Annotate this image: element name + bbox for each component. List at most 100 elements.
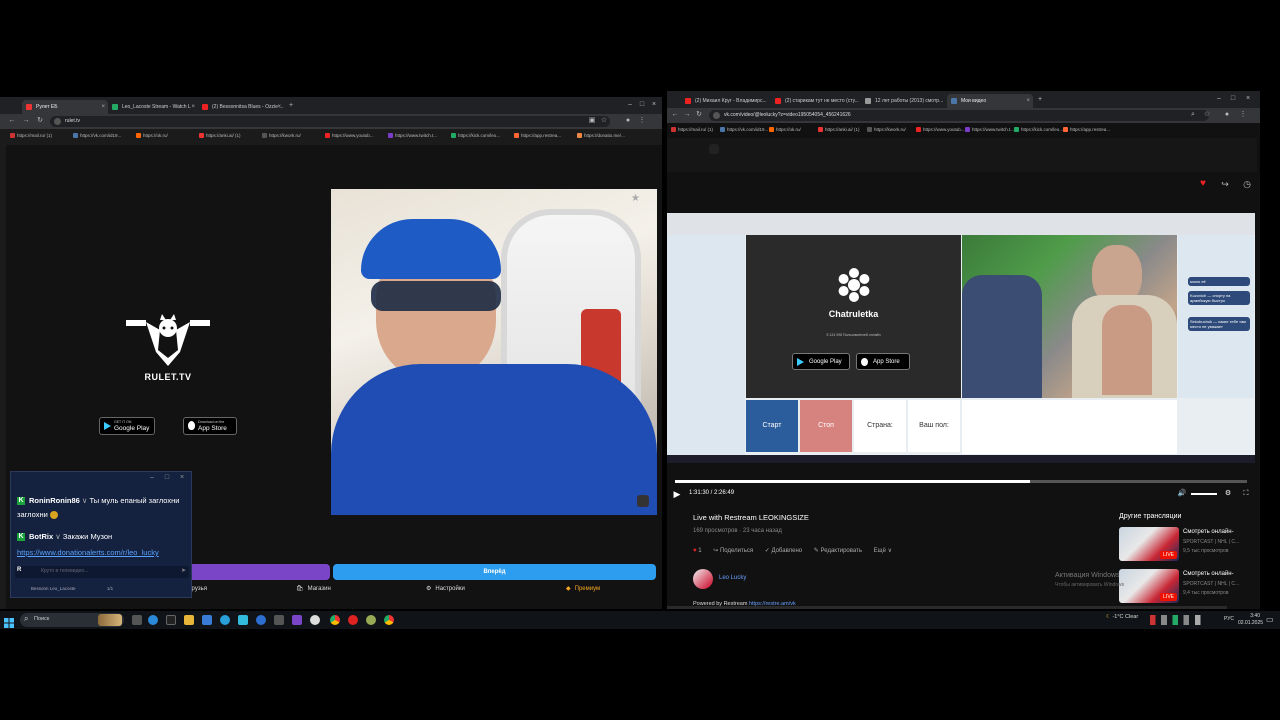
minimize-icon[interactable]: – [626, 100, 634, 110]
clock[interactable]: 3:40 02.01.2025 [1238, 613, 1263, 627]
close-tab-icon[interactable]: × [191, 100, 195, 114]
bookmark-item[interactable]: https://mail.ru/ (1) [671, 124, 713, 136]
tray-icons[interactable] [1150, 615, 1206, 625]
webcam-settings-icon[interactable] [637, 495, 649, 507]
report-star-icon[interactable]: ★ [631, 193, 640, 204]
reload-icon[interactable]: ↻ [695, 110, 703, 120]
volume-slider[interactable] [1191, 493, 1217, 495]
forward-icon[interactable]: → [22, 116, 30, 126]
google-play-button[interactable]: GET IT ON Google Play [99, 417, 155, 435]
taskbar-search[interactable]: ⌕ Поиск [20, 613, 124, 627]
app-icon[interactable] [238, 615, 248, 625]
maximize-icon[interactable]: □ [638, 100, 646, 110]
left-tab-rulet[interactable]: Рулет ЕБ × [22, 100, 108, 114]
maximize-icon[interactable]: □ [1229, 94, 1237, 104]
keyboard-lang[interactable]: РУС [1224, 616, 1234, 622]
share-button[interactable]: ↪ Поделиться [713, 548, 753, 554]
explorer-icon[interactable] [184, 615, 194, 625]
extensions-icon[interactable]: ▣ [588, 116, 596, 126]
bookmark-item[interactable]: https://anki.ai/ (1) [199, 130, 241, 142]
inner-app-store-button[interactable]: App Store [856, 353, 910, 370]
notifications-icon[interactable]: ▭ [1266, 615, 1274, 624]
site-info-icon[interactable] [54, 118, 61, 125]
edit-button[interactable]: ✎ Редактировать [814, 548, 862, 554]
chrome-icon[interactable] [330, 615, 340, 625]
video-progress-track[interactable] [675, 480, 1247, 483]
weather-widget[interactable]: ☾ -1°C Clear [1106, 614, 1138, 620]
chat-minimize-icon[interactable]: – [148, 473, 156, 483]
left-tab-kick[interactable]: Leo_Lacoste Stream - Watch L × [108, 100, 198, 114]
chrome-icon[interactable] [384, 615, 394, 625]
chat-input[interactable]: R Круто в телевидео... ➤ [15, 566, 189, 578]
added-button[interactable]: ✓ Добавлено [765, 548, 802, 554]
vk-video-frame[interactable]: Chatruletka 5 124 098 Пользователей онла… [667, 213, 1255, 463]
new-tab-button[interactable]: + [286, 101, 296, 111]
play-icon[interactable]: ▶ [671, 489, 683, 499]
rulet-logo[interactable]: RULET.TV [120, 310, 216, 390]
close-tab-icon[interactable]: × [1026, 94, 1030, 108]
profile-icon[interactable]: ● [1223, 110, 1231, 120]
bookmark-item[interactable]: https://ok.ru/ [769, 124, 801, 136]
send-icon[interactable]: ➤ [181, 567, 186, 574]
right-tab-12-let[interactable]: 12 лет работы (2013) смотр... [861, 94, 947, 108]
bookmark-item[interactable]: https://ok.ru/ [136, 130, 168, 142]
vk-logo-icon[interactable] [709, 144, 719, 154]
app-icon[interactable] [256, 615, 266, 625]
forward-icon[interactable]: → [683, 110, 691, 120]
inner-stop-button[interactable]: Стоп [800, 400, 852, 452]
more-button[interactable]: Ещё ∨ [874, 548, 892, 554]
stream-item[interactable]: LIVE Смотреть онлайн- SPORTCAST | NHL | … [1119, 569, 1259, 605]
nav-gear[interactable]: ⚙ Настройки [426, 585, 465, 592]
stream-item[interactable]: LIVE Смотреть онлайн- SPORTCAST | NHL | … [1119, 527, 1259, 563]
inner-gender-select[interactable]: Ваш пол: [908, 400, 960, 452]
edge-icon[interactable] [148, 615, 158, 625]
terminal-icon[interactable] [166, 615, 176, 625]
author-avatar[interactable] [693, 569, 713, 589]
bookmark-item[interactable]: https://vk.com/id19... [73, 130, 121, 142]
bookmark-item[interactable]: https://www.youtub... [916, 124, 965, 136]
close-tab-icon[interactable]: × [101, 100, 105, 114]
menu-dots-icon[interactable]: ⋮ [1239, 110, 1247, 120]
bookmark-item[interactable]: https://kick.com/leo... [1014, 124, 1063, 136]
minimize-icon[interactable]: – [1215, 94, 1223, 104]
inner-country-select[interactable]: Страна: [854, 400, 906, 452]
watch-later-icon[interactable]: ◷ [1241, 179, 1253, 189]
store-icon[interactable] [202, 615, 212, 625]
donation-link[interactable]: https://www.donationalerts.com/r/leo_luc… [17, 548, 159, 557]
chat-maximize-icon[interactable]: □ [163, 473, 171, 483]
menu-dots-icon[interactable]: ⋮ [638, 116, 646, 126]
chat-close-icon[interactable]: × [178, 473, 186, 483]
opera-icon[interactable] [348, 615, 358, 625]
share-icon[interactable]: ↪ [1219, 179, 1231, 189]
start-button[interactable]: Вперёд [333, 564, 656, 580]
start-menu-button[interactable] [4, 615, 14, 628]
close-window-icon[interactable]: × [1244, 94, 1252, 104]
bookmark-item[interactable]: https://www.youtub... [325, 130, 374, 142]
nav-premium[interactable]: ◆ Премиум [566, 585, 600, 592]
bookmark-star-icon[interactable]: ☆ [1203, 110, 1211, 120]
bookmark-item[interactable]: https://vk.com/id19... [720, 124, 768, 136]
close-tab-icon[interactable]: × [277, 100, 281, 114]
left-tab-youtube[interactable]: (2) Bessonnitsa Blues - Ozzie ... × [198, 100, 284, 114]
bookmark-item[interactable]: https://www.twitch.t... [965, 124, 1014, 136]
app-icon[interactable] [366, 615, 376, 625]
right-tab-starikam[interactable]: (2) старикам тут не место (сту... [771, 94, 861, 108]
bookmark-item[interactable]: https://www.twitch.t... [388, 130, 437, 142]
profile-icon[interactable]: ● [624, 116, 632, 126]
bookmark-item[interactable]: https://mail.ru/ (1) [10, 130, 52, 142]
search-icon[interactable]: ⌕ [1189, 110, 1197, 120]
inner-start-button[interactable]: Старт [746, 400, 798, 452]
bookmark-item[interactable]: https://kwork.ru/ [867, 124, 906, 136]
nav-shop[interactable]: 🛍 Магазин [296, 585, 331, 592]
volume-icon[interactable]: 🔊 [1177, 489, 1187, 499]
like-heart-icon[interactable]: ♥ [1197, 179, 1209, 189]
right-tab-krug[interactable]: (2) Михаил Круг - Владимирс... [681, 94, 771, 108]
page-scrollbar[interactable] [667, 606, 1227, 609]
back-icon[interactable]: ← [8, 116, 16, 126]
bookmark-item[interactable]: https://donatio.me/... [577, 130, 625, 142]
app-icon[interactable] [274, 615, 284, 625]
telegram-icon[interactable] [220, 615, 230, 625]
new-tab-button[interactable]: + [1035, 95, 1045, 105]
task-view-icon[interactable] [132, 615, 142, 625]
close-window-icon[interactable]: × [650, 100, 658, 110]
